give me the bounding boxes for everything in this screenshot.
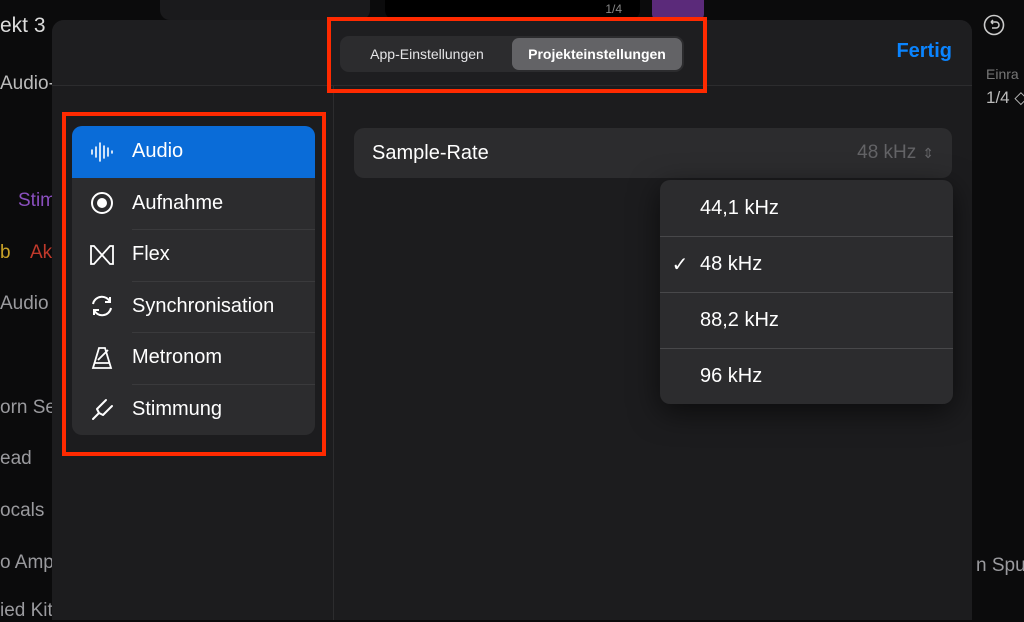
option-label: 44,1 kHz bbox=[700, 196, 779, 219]
lcd-counter: 1/4 bbox=[605, 2, 622, 16]
track-label: b bbox=[0, 242, 11, 263]
menu-option[interactable]: ✓ 48 kHz bbox=[660, 236, 953, 292]
new-track-label[interactable]: n Spur bbox=[976, 555, 1024, 577]
track-label: Audio- bbox=[0, 73, 55, 94]
done-button[interactable]: Fertig bbox=[896, 40, 952, 63]
option-label: 96 kHz bbox=[700, 365, 763, 387]
track-label: o Amp bbox=[0, 552, 54, 573]
track-label: orn Se bbox=[0, 397, 56, 418]
checkmark-icon: ✓ bbox=[671, 254, 689, 276]
sample-rate-label: Sample-Rate bbox=[372, 141, 489, 164]
menu-option[interactable]: 44,1 kHz bbox=[660, 180, 953, 236]
snap-value[interactable]: 1/4 ◇ bbox=[986, 88, 1024, 108]
undo-icon[interactable] bbox=[983, 14, 1005, 36]
track-label: ocals bbox=[0, 500, 45, 521]
annotation-box-sidebar bbox=[62, 112, 326, 456]
sample-rate-row[interactable]: Sample-Rate 48 kHz ⇕ bbox=[354, 128, 952, 178]
option-label: 48 kHz bbox=[700, 253, 763, 275]
track-label: Audio bbox=[0, 293, 49, 314]
track-label: ead bbox=[0, 448, 32, 469]
annotation-box-tabs bbox=[327, 17, 707, 93]
snap-label: Einra bbox=[986, 66, 1019, 82]
track-label: Ak bbox=[30, 242, 53, 263]
track-label: Stim bbox=[18, 190, 56, 211]
sample-rate-menu: 44,1 kHz ✓ 48 kHz 88,2 kHz 96 kHz bbox=[660, 180, 953, 404]
project-title: ekt 3 bbox=[0, 14, 46, 37]
menu-option[interactable]: 88,2 kHz bbox=[660, 292, 953, 348]
track-label: ied Kit bbox=[0, 600, 53, 621]
menu-option[interactable]: 96 kHz bbox=[660, 348, 953, 404]
sample-rate-value: 48 kHz bbox=[857, 142, 917, 163]
chevron-up-down-icon: ⇕ bbox=[922, 144, 934, 161]
option-label: 88,2 kHz bbox=[700, 309, 779, 331]
